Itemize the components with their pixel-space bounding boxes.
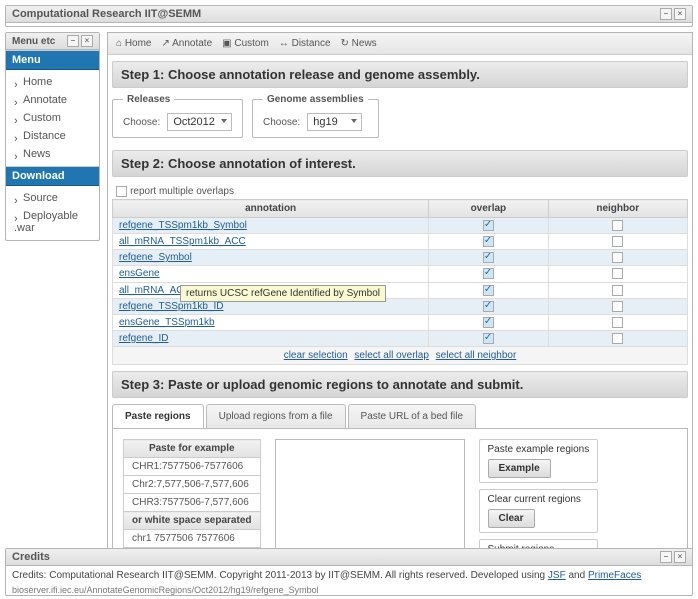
step2-header: Step 2: Choose annotation of interest. — [112, 150, 688, 177]
menu-header: Menu — [6, 50, 99, 70]
annotation-table: annotation overlap neighbor refgene_TSSp… — [112, 199, 688, 365]
credits-close-icon[interactable]: × — [674, 551, 686, 563]
overlap-checkbox[interactable] — [483, 236, 494, 247]
tab[interactable]: Paste URL of a bed file — [348, 404, 476, 428]
select-all-overlap-link[interactable]: select all overlap — [354, 350, 428, 361]
table-row: refgene_TSSpm1kb_Symbol — [113, 218, 688, 234]
neighbor-checkbox[interactable] — [612, 317, 623, 328]
bullet-icon: › — [14, 115, 20, 121]
status-url: bioserver.ifi.iec.eu/AnnotateGenomicRegi… — [6, 585, 692, 595]
jsf-link[interactable]: JSF — [548, 570, 566, 581]
breadcrumb-item[interactable]: ↻ News — [341, 38, 377, 49]
step3-header: Step 3: Paste or upload genomic regions … — [112, 371, 688, 398]
submit-box: Submit regions Submit — [479, 539, 599, 548]
bullet-icon: › — [14, 195, 20, 201]
sidebar-item[interactable]: ›Deployable .war — [6, 207, 99, 237]
minimize-icon[interactable]: – — [660, 8, 672, 20]
assemblies-select[interactable]: hg19 — [307, 113, 362, 131]
neighbor-checkbox[interactable] — [612, 285, 623, 296]
sidebar-item[interactable]: ›Annotate — [6, 91, 99, 109]
sidebar: Menu etc – × Menu ›Home›Annotate›Custom›… — [5, 32, 100, 241]
clear-box: Clear current regions Clear — [479, 489, 599, 533]
table-row: refgene_ID — [113, 330, 688, 346]
primefaces-link[interactable]: PrimeFaces — [588, 570, 641, 581]
clear-selection-link[interactable]: clear selection — [284, 350, 348, 361]
annotation-link[interactable]: refgene_Symbol — [119, 252, 192, 263]
sidebar-item[interactable]: ›Distance — [6, 127, 99, 145]
breadcrumb-item[interactable]: ⌂ Home — [116, 38, 152, 49]
table-row: all_mRNA_TSSpm1kb_ACC — [113, 234, 688, 250]
table-row: refgene_Symbol — [113, 250, 688, 266]
app-titlebar: Computational Research IIT@SEMM – × — [5, 5, 693, 27]
step1-header: Step 1: Choose annotation release and ge… — [112, 61, 688, 88]
example-row: CHR1:7577506-7577606 — [124, 458, 261, 476]
breadcrumb-item[interactable]: ↔ Distance — [279, 38, 331, 49]
example-table: Paste for example CHR1:7577506-7577606Ch… — [123, 439, 261, 548]
example-row: chr1 7577506 7577606 — [124, 530, 261, 548]
overlap-checkbox[interactable] — [483, 333, 494, 344]
tab[interactable]: Paste regions — [112, 404, 204, 428]
overlap-checkbox[interactable] — [483, 252, 494, 263]
bullet-icon: › — [14, 133, 20, 139]
app-title: Computational Research IIT@SEMM — [12, 8, 201, 20]
neighbor-checkbox[interactable] — [612, 301, 623, 312]
overlap-checkbox[interactable] — [483, 285, 494, 296]
clear-button[interactable]: Clear — [488, 509, 535, 528]
annotation-link[interactable]: ensGene — [119, 268, 160, 279]
table-row: ensGene — [113, 266, 688, 282]
breadcrumb-item[interactable]: ↗ Annotate — [162, 38, 213, 49]
annotation-link[interactable]: all_mRNA_TSSpm1kb_ACC — [119, 236, 246, 247]
download-header: Download — [6, 166, 99, 186]
neighbor-checkbox[interactable] — [612, 268, 623, 279]
annotation-link[interactable]: refgene_TSSpm1kb_Symbol — [119, 220, 247, 231]
example-row: CHR3:7577506-7,577,606 — [124, 494, 261, 512]
annotation-link[interactable]: ensGene_TSSpm1kb — [119, 317, 215, 328]
table-row: ensGene_TSSpm1kb — [113, 314, 688, 330]
bullet-icon: › — [14, 97, 20, 103]
credits-min-icon[interactable]: – — [660, 551, 672, 563]
tab-paste-regions: Paste for example CHR1:7577506-7577606Ch… — [112, 429, 688, 548]
report-overlaps-checkbox[interactable] — [116, 186, 127, 197]
breadcrumb: ⌂ Home ↗ Annotate ▣ Custom ↔ Distance ↻ News — [108, 33, 692, 55]
example-row: Chr2:7,577,506-7,577,606 — [124, 476, 261, 494]
overlap-checkbox[interactable] — [483, 268, 494, 279]
regions-textarea[interactable] — [275, 439, 465, 548]
sidebar-item[interactable]: ›Source — [6, 189, 99, 207]
tabs: Paste regionsUpload regions from a fileP… — [112, 404, 688, 429]
bullet-icon: › — [14, 151, 20, 157]
close-icon[interactable]: × — [674, 8, 686, 20]
breadcrumb-item[interactable]: ▣ Custom — [222, 38, 269, 49]
annotation-link[interactable]: refgene_TSSpm1kb_ID — [119, 301, 224, 312]
report-overlaps-label: report multiple overlaps — [130, 186, 234, 197]
annotation-link[interactable]: refgene_ID — [119, 333, 168, 344]
overlap-checkbox[interactable] — [483, 317, 494, 328]
annotation-tooltip: returns UCSC refGene Identified by Symbo… — [180, 285, 386, 302]
neighbor-checkbox[interactable] — [612, 333, 623, 344]
select-all-neighbor-link[interactable]: select all neighbor — [436, 350, 517, 361]
sidebar-min-icon[interactable]: – — [67, 35, 79, 47]
bullet-icon: › — [14, 213, 20, 219]
example-button[interactable]: Example — [488, 459, 551, 478]
credits-header: Credits — [12, 551, 50, 563]
sidebar-item[interactable]: ›Home — [6, 73, 99, 91]
releases-select[interactable]: Oct2012 — [167, 113, 232, 131]
sidebar-title: Menu etc — [12, 36, 55, 47]
neighbor-checkbox[interactable] — [612, 252, 623, 263]
credits-panel: Credits – × Credits: Computational Resea… — [5, 548, 693, 596]
sidebar-item[interactable]: ›Custom — [6, 109, 99, 127]
paste-example-box: Paste example regions Example — [479, 439, 599, 483]
overlap-checkbox[interactable] — [483, 301, 494, 312]
sidebar-item[interactable]: ›News — [6, 145, 99, 163]
bullet-icon: › — [14, 79, 20, 85]
overlap-checkbox[interactable] — [483, 220, 494, 231]
assemblies-fieldset: Genome assemblies Choose: hg19 — [252, 94, 379, 138]
neighbor-checkbox[interactable] — [612, 236, 623, 247]
releases-fieldset: Releases Choose: Oct2012 — [112, 94, 243, 138]
tab[interactable]: Upload regions from a file — [206, 404, 346, 428]
neighbor-checkbox[interactable] — [612, 220, 623, 231]
sidebar-close-icon[interactable]: × — [81, 35, 93, 47]
